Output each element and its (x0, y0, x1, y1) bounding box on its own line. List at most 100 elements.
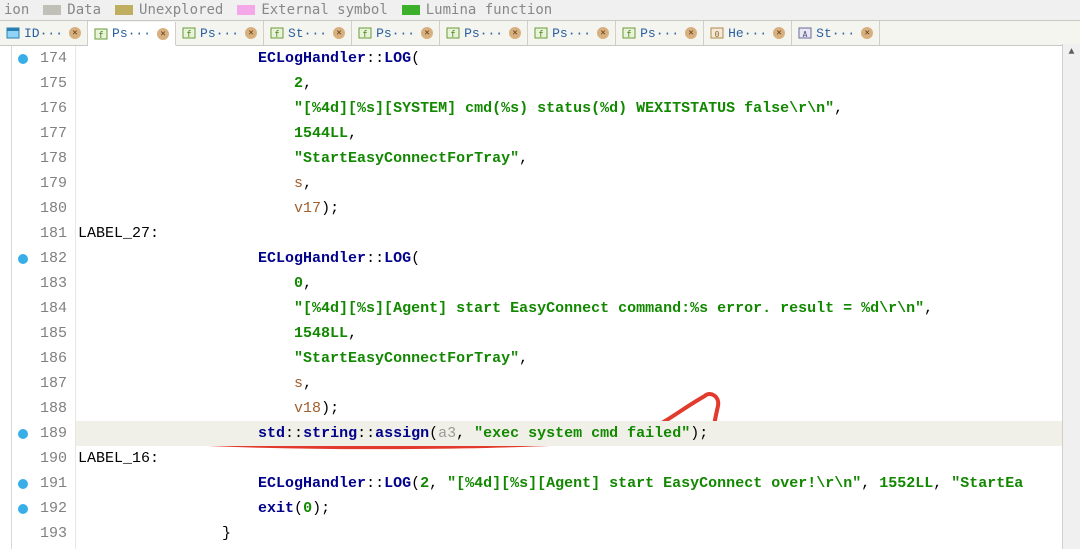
code-line[interactable]: "StartEasyConnectForTray", (76, 146, 1080, 171)
line-number[interactable]: 176 (12, 96, 73, 121)
line-number[interactable]: 180 (12, 196, 73, 221)
code-line[interactable]: 1544LL, (76, 121, 1080, 146)
line-number[interactable]: 188 (12, 396, 73, 421)
legend-label: Lumina function (426, 2, 552, 18)
code-line[interactable]: "StartEasyConnectForTray", (76, 346, 1080, 371)
indent (78, 425, 258, 442)
indent (78, 150, 294, 167)
code-line[interactable]: s, (76, 371, 1080, 396)
indent (78, 125, 294, 142)
close-icon[interactable]: ✕ (333, 27, 345, 39)
line-number[interactable]: 190 (12, 446, 73, 471)
editor-tab[interactable]: fPs···✕ (352, 21, 440, 45)
editor-tab[interactable]: fPs···✕ (528, 21, 616, 45)
line-number[interactable]: 189 (12, 421, 73, 446)
close-icon[interactable]: ✕ (861, 27, 873, 39)
indent (78, 50, 258, 67)
code-line[interactable]: ECLogHandler::LOG(2, "[%4d][%s][Agent] s… (76, 471, 1080, 496)
editor-tab[interactable]: f Ps··· ✕ (616, 21, 704, 45)
tab-label: St··· (816, 26, 855, 41)
token-pl: , (834, 100, 843, 117)
svg-text:f: f (538, 30, 543, 40)
editor-tab[interactable]: fPs···✕ (440, 21, 528, 45)
close-icon[interactable]: ✕ (157, 28, 169, 40)
close-icon[interactable]: ✕ (685, 27, 697, 39)
close-icon[interactable]: ✕ (69, 27, 81, 39)
line-number[interactable]: 174 (12, 46, 73, 71)
token-str: "StartEasyConnectForTray" (294, 150, 519, 167)
close-icon[interactable]: ✕ (245, 27, 257, 39)
editor-tab[interactable]: fSt···✕ (264, 21, 352, 45)
tab-icon-code: f (94, 27, 108, 41)
editor-tab[interactable]: f Ps··· ✕ (88, 22, 176, 46)
token-pl: ( (411, 250, 420, 267)
code-line[interactable]: "[%4d][%s][SYSTEM] cmd(%s) status(%d) WE… (76, 96, 1080, 121)
line-number[interactable]: 177 (12, 121, 73, 146)
editor-tab[interactable]: ID···✕ (0, 21, 88, 45)
tab-icon-code: f (622, 26, 636, 40)
line-number-gutter[interactable]: 1741751761771781791801811821831841851861… (12, 46, 76, 549)
line-number[interactable]: 182 (12, 246, 73, 271)
line-number[interactable]: 193 (12, 521, 73, 546)
token-fn: ECLogHandler (258, 50, 366, 67)
code-content[interactable]: ECLogHandler::LOG( 2, "[%4d][%s][SYSTEM]… (76, 46, 1080, 549)
line-number[interactable]: 191 (12, 471, 73, 496)
token-pl: , (303, 175, 312, 192)
code-line[interactable]: ECLogHandler::LOG( (76, 246, 1080, 271)
tab-icon-code: f (358, 26, 372, 40)
vertical-scrollbar[interactable]: ▲ (1062, 44, 1080, 549)
code-editor[interactable]: 1741751761771781791801811821831841851861… (0, 46, 1080, 549)
code-line[interactable]: 2, (76, 71, 1080, 96)
tab-icon-struct: A (798, 26, 812, 40)
code-line[interactable]: LABEL_27: (76, 221, 1080, 246)
close-icon[interactable]: ✕ (421, 27, 433, 39)
token-arg: a3 (438, 425, 456, 442)
line-number[interactable]: 183 (12, 271, 73, 296)
code-line[interactable]: std::string::assign(a3, "exec system cmd… (76, 421, 1080, 446)
tab-label: Ps··· (112, 26, 151, 41)
token-pl: } (222, 525, 231, 542)
code-line[interactable]: 1548LL, (76, 321, 1080, 346)
close-icon[interactable]: ✕ (773, 27, 785, 39)
indent (78, 200, 294, 217)
scroll-up-arrow-icon[interactable]: ▲ (1063, 44, 1080, 61)
token-str: "[%4d][%s][Agent] start EasyConnect comm… (294, 300, 924, 317)
indent (78, 250, 258, 267)
close-icon[interactable]: ✕ (509, 27, 521, 39)
line-number[interactable]: 178 (12, 146, 73, 171)
code-line[interactable]: 0, (76, 271, 1080, 296)
code-line[interactable]: v17); (76, 196, 1080, 221)
line-number[interactable]: 181 (12, 221, 73, 246)
line-number[interactable]: 185 (12, 321, 73, 346)
code-line[interactable]: s, (76, 171, 1080, 196)
close-icon[interactable]: ✕ (597, 27, 609, 39)
token-id: v17 (294, 200, 321, 217)
tab-label: Ps··· (640, 26, 679, 41)
token-fn: ECLogHandler (258, 475, 366, 492)
token-num: 1552LL (879, 475, 933, 492)
svg-text:f: f (186, 30, 191, 40)
token-fn: LOG (384, 50, 411, 67)
svg-text:f: f (626, 30, 631, 40)
token-pl: ); (321, 400, 339, 417)
token-pl: , (519, 150, 528, 167)
code-line[interactable]: "[%4d][%s][Agent] start EasyConnect comm… (76, 296, 1080, 321)
line-number[interactable]: 184 (12, 296, 73, 321)
indent (78, 500, 258, 517)
tab-label: Ps··· (464, 26, 503, 41)
line-number[interactable]: 179 (12, 171, 73, 196)
code-line[interactable]: } (76, 521, 1080, 546)
line-number[interactable]: 187 (12, 371, 73, 396)
line-number[interactable]: 186 (12, 346, 73, 371)
token-fn: LOG (384, 475, 411, 492)
code-line[interactable]: LABEL_16: (76, 446, 1080, 471)
editor-tab[interactable]: fPs···✕ (176, 21, 264, 45)
code-line[interactable]: exit(0); (76, 496, 1080, 521)
line-number[interactable]: 192 (12, 496, 73, 521)
editor-tab[interactable]: 0He···✕ (704, 21, 792, 45)
indent (78, 375, 294, 392)
editor-tab[interactable]: A St··· ✕ (792, 21, 880, 45)
code-line[interactable]: ECLogHandler::LOG( (76, 46, 1080, 71)
line-number[interactable]: 175 (12, 71, 73, 96)
code-line[interactable]: v18); (76, 396, 1080, 421)
